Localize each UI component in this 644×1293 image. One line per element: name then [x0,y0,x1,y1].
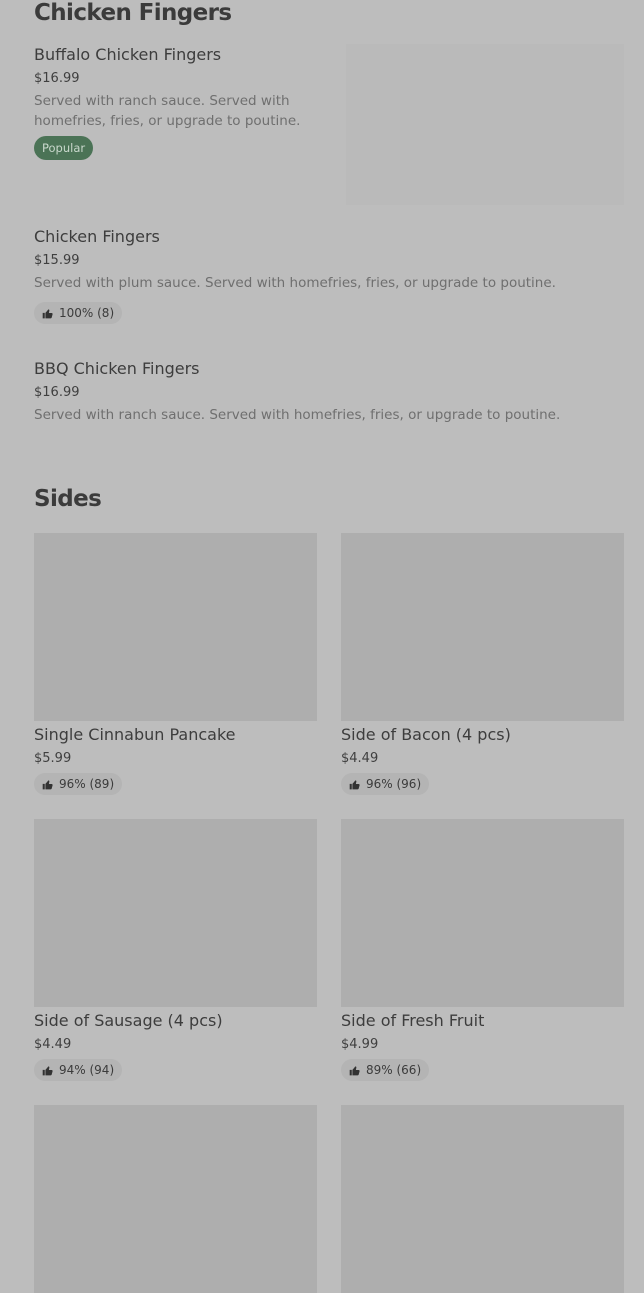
item-name: Buffalo Chicken Fingers [34,45,222,64]
menu-card-side-of-sausage[interactable]: Side of Sausage (4 pcs) $4.49 94% (94) [34,819,318,1081]
item-image [341,1105,624,1293]
thumbs-up-icon [42,1065,53,1075]
menu-item-buffalo-chicken-fingers[interactable]: Buffalo Chicken Fingers $16.99 Served wi… [34,45,324,160]
item-image-buffalo-chicken-fingers[interactable] [346,44,624,205]
section-title-chicken-fingers: Chicken Fingers [34,0,232,26]
rating-badge: 100% (8) [34,302,123,324]
rating-value: 89% (66) [366,1063,422,1077]
item-name: Chicken Fingers [34,227,160,246]
menu-item-chicken-fingers[interactable]: Chicken Fingers $15.99 Served with plum … [34,227,634,324]
item-name: Side of Sausage (4 pcs) [34,1011,223,1030]
menu-card-partial[interactable] [341,1105,625,1293]
item-image [34,819,317,1007]
thumbs-up-icon [42,308,53,318]
rating-value: 100% (8) [59,306,115,320]
item-price: $4.49 [341,751,379,766]
item-image [34,1105,317,1293]
section-title-sides: Sides [34,486,102,512]
rating-badge: 94% (94) [34,1059,123,1081]
item-name: Single Cinnabun Pancake [34,725,236,744]
item-name: BBQ Chicken Fingers [34,359,200,378]
item-price: $4.49 [34,1037,72,1052]
thumbs-up-icon [349,779,360,789]
menu-card-side-of-bacon[interactable]: Side of Bacon (4 pcs) $4.49 96% (96) [341,533,625,795]
thumbs-up-icon [42,779,53,789]
menu-card-partial[interactable] [34,1105,318,1293]
rating-value: 96% (96) [366,777,422,791]
item-price: $16.99 [34,71,80,86]
popular-badge: Popular [34,136,94,160]
item-image [341,819,624,1007]
menu-card-single-cinnabun-pancake[interactable]: Single Cinnabun Pancake $5.99 96% (89) [34,533,318,795]
item-price: $4.99 [341,1037,379,1052]
item-description: Served with ranch sauce. Served with hom… [34,407,561,423]
item-description: Served with plum sauce. Served with home… [34,275,556,291]
item-description: Served with ranch sauce. Served with hom… [34,93,301,129]
rating-value: 96% (89) [59,777,115,791]
rating-badge: 89% (66) [341,1059,430,1081]
menu-item-bbq-chicken-fingers[interactable]: BBQ Chicken Fingers $16.99 Served with r… [34,359,634,425]
item-price: $15.99 [34,253,80,268]
thumbs-up-icon [349,1065,360,1075]
rating-badge: 96% (96) [341,773,430,795]
item-name: Side of Bacon (4 pcs) [341,725,511,744]
item-price: $16.99 [34,385,80,400]
item-price: $5.99 [34,751,72,766]
menu-card-side-of-fresh-fruit[interactable]: Side of Fresh Fruit $4.99 89% (66) [341,819,625,1081]
item-image [34,533,317,721]
item-image [341,533,624,721]
item-name: Side of Fresh Fruit [341,1011,485,1030]
rating-badge: 96% (89) [34,773,123,795]
rating-value: 94% (94) [59,1063,115,1077]
